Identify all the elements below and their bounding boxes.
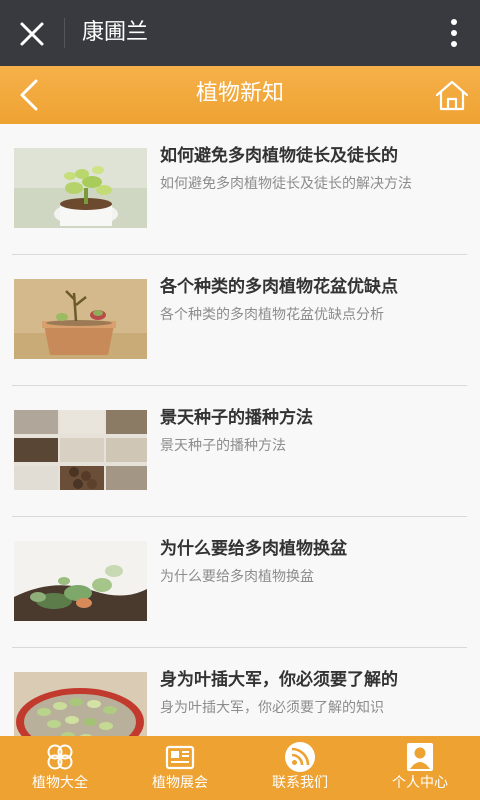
list-item[interactable]: 各个种类的多肉植物花盆优缺点 各个种类的多肉植物花盆优缺点分析 (12, 255, 467, 386)
home-icon[interactable] (434, 78, 470, 112)
page-header: 植物新知 (0, 66, 480, 124)
article-list: 如何避免多肉植物徒长及徒长的 如何避免多肉植物徒长及徒长的解决方法 各个种类的多… (0, 124, 480, 736)
clover-icon (47, 744, 73, 770)
list-item[interactable]: 如何避免多肉植物徒长及徒长的 如何避免多肉植物徒长及徒长的解决方法 (12, 124, 467, 255)
tab-contact-us[interactable]: 联系我们 (240, 736, 360, 800)
article-thumbnail (14, 672, 147, 736)
tab-plant-encyclopedia[interactable]: 植物大全 (0, 736, 120, 800)
list-item[interactable]: 身为叶插大军，你必须要了解的 身为叶插大军，你必须要了解的知识 (12, 648, 467, 736)
page-title: 植物新知 (195, 81, 284, 106)
article-thumbnail (14, 148, 147, 228)
article-summary: 为什么要给多肉植物换盆 (160, 569, 314, 585)
article-title[interactable]: 身为叶插大军，你必须要了解的 (160, 668, 460, 692)
article-summary: 身为叶插大军，你必须要了解的知识 (160, 700, 384, 716)
tab-label: 植物大全 (32, 775, 88, 791)
user-icon (407, 743, 433, 771)
article-title[interactable]: 各个种类的多肉植物花盆优缺点 (160, 275, 460, 299)
newspaper-icon (165, 745, 195, 770)
article-title[interactable]: 如何避免多肉植物徒长及徒长的 (160, 144, 460, 168)
more-menu-icon[interactable] (450, 18, 458, 48)
list-item[interactable]: 为什么要给多肉植物换盆 为什么要给多肉植物换盆 (12, 517, 467, 648)
article-thumbnail (14, 541, 147, 621)
rss-icon (285, 742, 315, 772)
tab-label: 个人中心 (392, 775, 448, 791)
app-title: 康圃兰 (82, 20, 149, 45)
article-summary: 各个种类的多肉植物花盆优缺点分析 (160, 307, 384, 323)
tab-label: 植物展会 (152, 775, 208, 791)
article-summary: 景天种子的播种方法 (160, 438, 286, 454)
article-thumbnail (14, 279, 147, 359)
bottom-tab-bar: 植物大全 植物展会 联系我们 个人中心 (0, 736, 480, 800)
list-item[interactable]: 景天种子的播种方法 景天种子的播种方法 (12, 386, 467, 517)
article-title[interactable]: 景天种子的播种方法 (160, 406, 460, 430)
tab-plant-exhibition[interactable]: 植物展会 (120, 736, 240, 800)
tab-personal-center[interactable]: 个人中心 (360, 736, 480, 800)
article-title[interactable]: 为什么要给多肉植物换盆 (160, 537, 460, 561)
close-icon[interactable] (18, 20, 46, 48)
article-thumbnail (14, 410, 147, 490)
article-summary: 如何避免多肉植物徒长及徒长的解决方法 (160, 176, 412, 192)
tab-label: 联系我们 (272, 775, 328, 791)
wechat-top-bar: 康圃兰 (0, 0, 480, 66)
divider (64, 18, 65, 48)
